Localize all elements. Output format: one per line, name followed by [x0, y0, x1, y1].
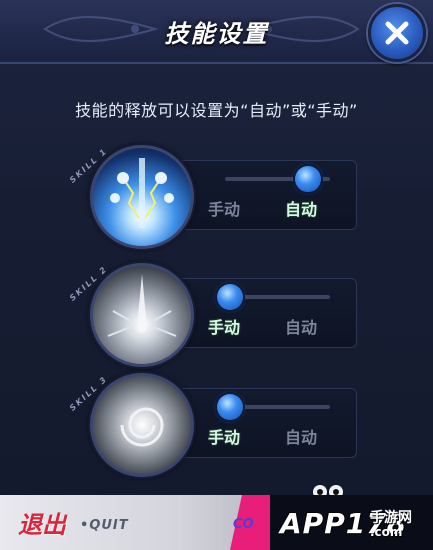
mode-slider[interactable]: [217, 284, 330, 310]
skill-2-icon: [90, 263, 194, 367]
close-button[interactable]: [368, 4, 426, 62]
skill-row-3: SKILL 3 手动 自动: [68, 373, 357, 477]
manual-label[interactable]: 手动: [208, 314, 240, 338]
manual-label[interactable]: 手动: [208, 196, 240, 220]
watermark-url: .com: [370, 525, 403, 539]
auto-label[interactable]: 自动: [285, 314, 317, 338]
mode-slider[interactable]: [217, 394, 330, 420]
close-icon: [385, 21, 409, 45]
skill-3-icon: [90, 373, 194, 477]
watermark-brand-cn: 手游网: [370, 510, 412, 526]
auto-label[interactable]: 自动: [285, 196, 317, 220]
slider-knob[interactable]: [217, 394, 243, 420]
mode-slider[interactable]: [225, 166, 330, 192]
confirm-label-partial: CO: [233, 517, 254, 532]
quit-button[interactable]: 退出 •QUIT: [0, 495, 255, 550]
watermark-logo: APP178 手游网 .com: [270, 499, 430, 545]
settings-description: 技能的释放可以设置为“自动”或“手动”: [75, 101, 358, 120]
auto-label[interactable]: 自动: [285, 424, 317, 448]
quit-sub-label: •QUIT: [80, 518, 129, 533]
skill-settings-panel: 技能设置 技能的释放可以设置为“自动”或“手动” SKILL 1 手动 自动 S…: [0, 0, 433, 495]
slider-knob[interactable]: [295, 166, 321, 192]
slider-knob[interactable]: [217, 284, 243, 310]
skill-row-2: SKILL 2 手动 自动: [68, 263, 357, 367]
skill-row-1: SKILL 1 手动 自动: [68, 145, 357, 249]
manual-label[interactable]: 手动: [208, 424, 240, 448]
skill-1-icon: [90, 145, 194, 249]
quit-label: 退出: [18, 511, 66, 539]
